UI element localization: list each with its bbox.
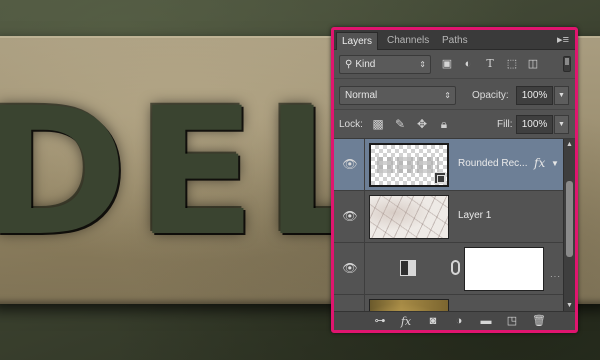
layer-list: 👁︎ Rounded Rec... fx ▼ 👁︎ Layer 1 👁︎ ···… — [334, 139, 563, 311]
filter-kind-label: Kind — [355, 59, 376, 70]
chevron-updown-icon: ⇕ — [419, 60, 426, 69]
shape-filter-icon[interactable]: ⬚ — [505, 57, 519, 71]
panel-footer: ⊶ fx ◙ ◑ ▬ ◳ 🗑︎ — [334, 311, 575, 330]
image-filter-icon[interactable]: ▣ — [440, 57, 454, 71]
filter-toggle[interactable] — [563, 56, 571, 72]
layer-row-rounded-rectangle[interactable]: 👁︎ Rounded Rec... fx ▼ — [334, 139, 563, 191]
chevron-updown-icon: ⇕ — [444, 91, 451, 100]
eye-icon[interactable]: 👁︎ — [342, 261, 358, 275]
add-mask-icon[interactable]: ◙ — [424, 314, 442, 329]
eye-icon[interactable]: 👁︎ — [342, 157, 358, 171]
blend-mode-select[interactable]: Normal ⇕ — [339, 86, 456, 105]
layers-panel: Layers Channels Paths ▸≡ ⚲ Kind ⇕ ▣ ◐ T ⬚… — [331, 27, 578, 333]
adjustment-filter-icon[interactable]: ◐ — [461, 57, 475, 71]
carved-text: DEL — [0, 70, 385, 275]
layer-row-adjustment[interactable]: 👁︎ ··· — [334, 243, 563, 295]
opacity-input[interactable]: 100% — [516, 86, 553, 105]
type-filter-icon[interactable]: T — [483, 57, 497, 71]
trash-icon[interactable]: 🗑︎ — [530, 314, 548, 329]
lock-all-icon[interactable]: 🔒︎ — [436, 116, 452, 132]
opacity-dropdown-button[interactable]: ▼ — [554, 86, 569, 105]
layer-name[interactable]: Layer 1 — [458, 209, 491, 223]
search-icon: ⚲ — [345, 59, 353, 70]
adjustment-layer-icon[interactable]: ◑ — [450, 314, 468, 329]
tab-paths[interactable]: Paths — [437, 32, 473, 50]
layer-row-texture[interactable]: 👁︎ — [334, 295, 563, 311]
lock-position-icon[interactable]: ✥ — [414, 116, 430, 132]
lock-label: Lock: — [339, 119, 363, 130]
scrollbar-thumb[interactable] — [566, 181, 573, 257]
link-layers-icon[interactable]: ⊶ — [371, 314, 389, 329]
layer-row-layer-1[interactable]: 👁︎ Layer 1 — [334, 191, 563, 243]
smart-object-filter-icon[interactable]: ◫ — [526, 57, 540, 71]
fill-input[interactable]: 100% — [516, 115, 553, 134]
layer-thumbnail[interactable] — [369, 195, 449, 239]
lock-transparent-pixels-icon[interactable]: ▩ — [370, 116, 386, 132]
layer-name[interactable]: Rounded Rec... — [458, 157, 528, 171]
fx-icon[interactable]: fx — [534, 155, 545, 171]
layer-thumbnail[interactable] — [369, 299, 449, 311]
layer-thumbnail[interactable] — [369, 143, 449, 187]
shape-layer-icon — [434, 172, 446, 184]
fill-dropdown-button[interactable]: ▼ — [554, 115, 569, 134]
layer-list-scrollbar[interactable]: ▲ ▼ — [563, 139, 575, 311]
divider — [364, 295, 365, 311]
panel-tab-bar: Layers Channels Paths ▸≡ — [334, 30, 575, 50]
lock-row: Lock: ▩ ✎ ✥ 🔒︎ Fill: 100% ▼ — [334, 111, 575, 139]
layer-mask-thumbnail[interactable] — [464, 247, 544, 291]
divider — [364, 191, 365, 242]
divider — [364, 139, 365, 190]
blend-mode-value: Normal — [345, 90, 378, 101]
filter-kind-select[interactable]: ⚲ Kind ⇕ — [339, 55, 431, 74]
fx-icon[interactable]: fx — [397, 314, 415, 329]
scroll-down-arrow-icon[interactable]: ▼ — [564, 300, 575, 311]
lock-image-pixels-icon[interactable]: ✎ — [392, 116, 408, 132]
eye-icon[interactable]: 👁︎ — [342, 209, 358, 223]
chain-link-icon[interactable] — [451, 260, 460, 275]
tab-channels[interactable]: Channels — [382, 32, 434, 50]
adjustment-layer-icon[interactable] — [400, 260, 416, 276]
panel-menu-icon[interactable]: ▸≡ — [557, 32, 569, 48]
scroll-up-arrow-icon[interactable]: ▲ — [564, 139, 575, 150]
layer-filter-row: ⚲ Kind ⇕ ▣ ◐ T ⬚ ◫ — [334, 51, 575, 79]
tab-layers[interactable]: Layers — [336, 32, 379, 50]
fill-label: Fill: — [497, 119, 513, 130]
expand-arrow-icon[interactable]: ▼ — [551, 157, 559, 171]
new-layer-icon[interactable]: ◳ — [503, 314, 521, 329]
blend-row: Normal ⇕ Opacity: 100% ▼ — [334, 80, 575, 110]
more-dots-icon: ··· — [550, 272, 561, 281]
new-group-icon[interactable]: ▬ — [477, 314, 495, 329]
opacity-label: Opacity: — [472, 90, 509, 101]
divider — [364, 243, 365, 294]
